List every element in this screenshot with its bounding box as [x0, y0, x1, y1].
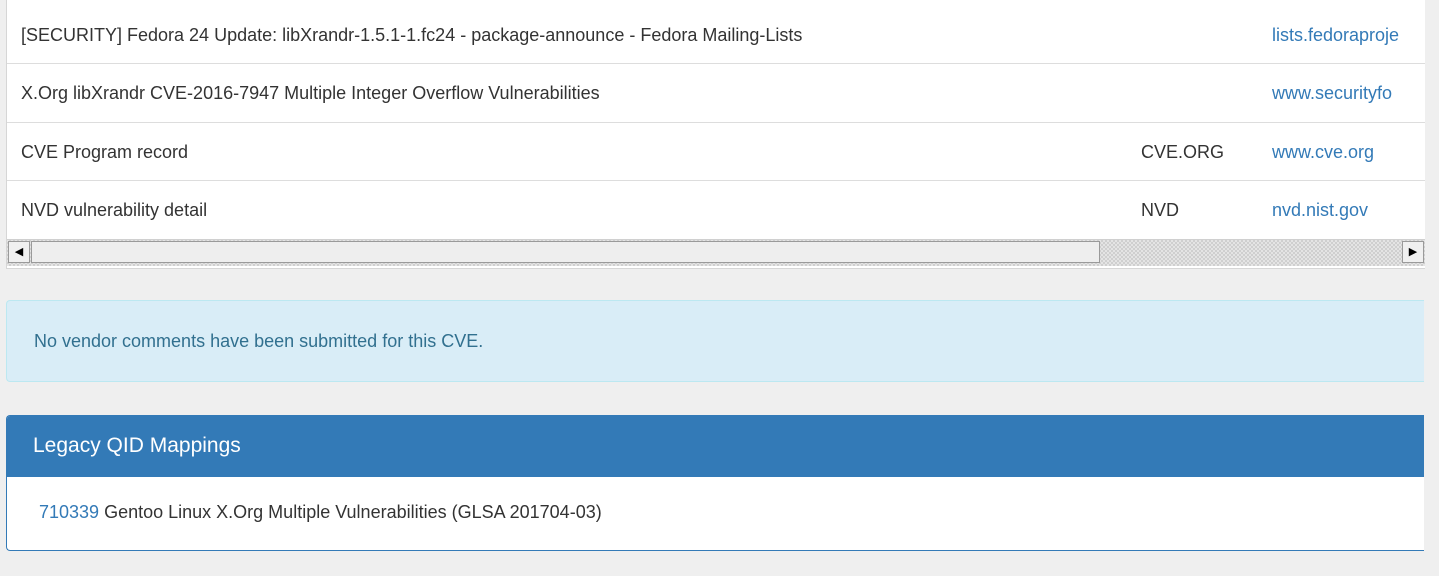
horizontal-scrollbar[interactable]: ◀ ▶ [7, 239, 1425, 266]
reference-link[interactable]: nvd.nist.gov [1272, 181, 1425, 239]
qid-title: Gentoo Linux X.Org Multiple Vulnerabilit… [104, 502, 602, 522]
qid-link[interactable]: 710339 [39, 502, 99, 522]
table-row: [SECURITY] Fedora 24 Update: libXrandr-1… [7, 6, 1425, 64]
panel-title: Legacy QID Mappings [33, 434, 241, 457]
triangle-right-icon[interactable]: ▶ [1402, 241, 1424, 263]
vendor-comments-message: No vendor comments have been submitted f… [34, 331, 484, 351]
table-row: NVD vulnerability detail NVD nvd.nist.go… [7, 181, 1425, 239]
vendor-comments-alert: No vendor comments have been submitted f… [6, 300, 1424, 382]
scrollbar-thumb[interactable] [31, 241, 1100, 263]
panel-heading: Legacy QID Mappings [7, 416, 1424, 477]
triangle-left-icon[interactable]: ◀ [8, 241, 30, 263]
references-table: [SECURITY] Fedora 24 Update: libXrandr-1… [6, 0, 1425, 269]
reference-title: [SECURITY] Fedora 24 Update: libXrandr-1… [21, 25, 803, 45]
reference-title: X.Org libXrandr CVE-2016-7947 Multiple I… [21, 83, 600, 103]
reference-source: CVE.ORG [1141, 142, 1225, 162]
reference-link[interactable]: www.cve.org [1272, 123, 1425, 181]
page: [SECURITY] Fedora 24 Update: libXrandr-1… [0, 0, 1439, 576]
reference-link[interactable]: www.securityfo [1272, 64, 1425, 122]
legacy-qid-panel: Legacy QID Mappings 710339 Gentoo Linux … [6, 415, 1424, 551]
panel-body: 710339 Gentoo Linux X.Org Multiple Vulne… [7, 477, 1424, 550]
list-item: 710339 Gentoo Linux X.Org Multiple Vulne… [39, 477, 602, 547]
table-row: X.Org libXrandr CVE-2016-7947 Multiple I… [7, 64, 1425, 123]
table-row: CVE Program record CVE.ORG www.cve.org [7, 123, 1425, 181]
reference-source: NVD [1141, 200, 1180, 220]
reference-title: NVD vulnerability detail [21, 200, 208, 220]
reference-title: CVE Program record [21, 142, 189, 162]
reference-link[interactable]: lists.fedoraproje [1272, 6, 1425, 64]
